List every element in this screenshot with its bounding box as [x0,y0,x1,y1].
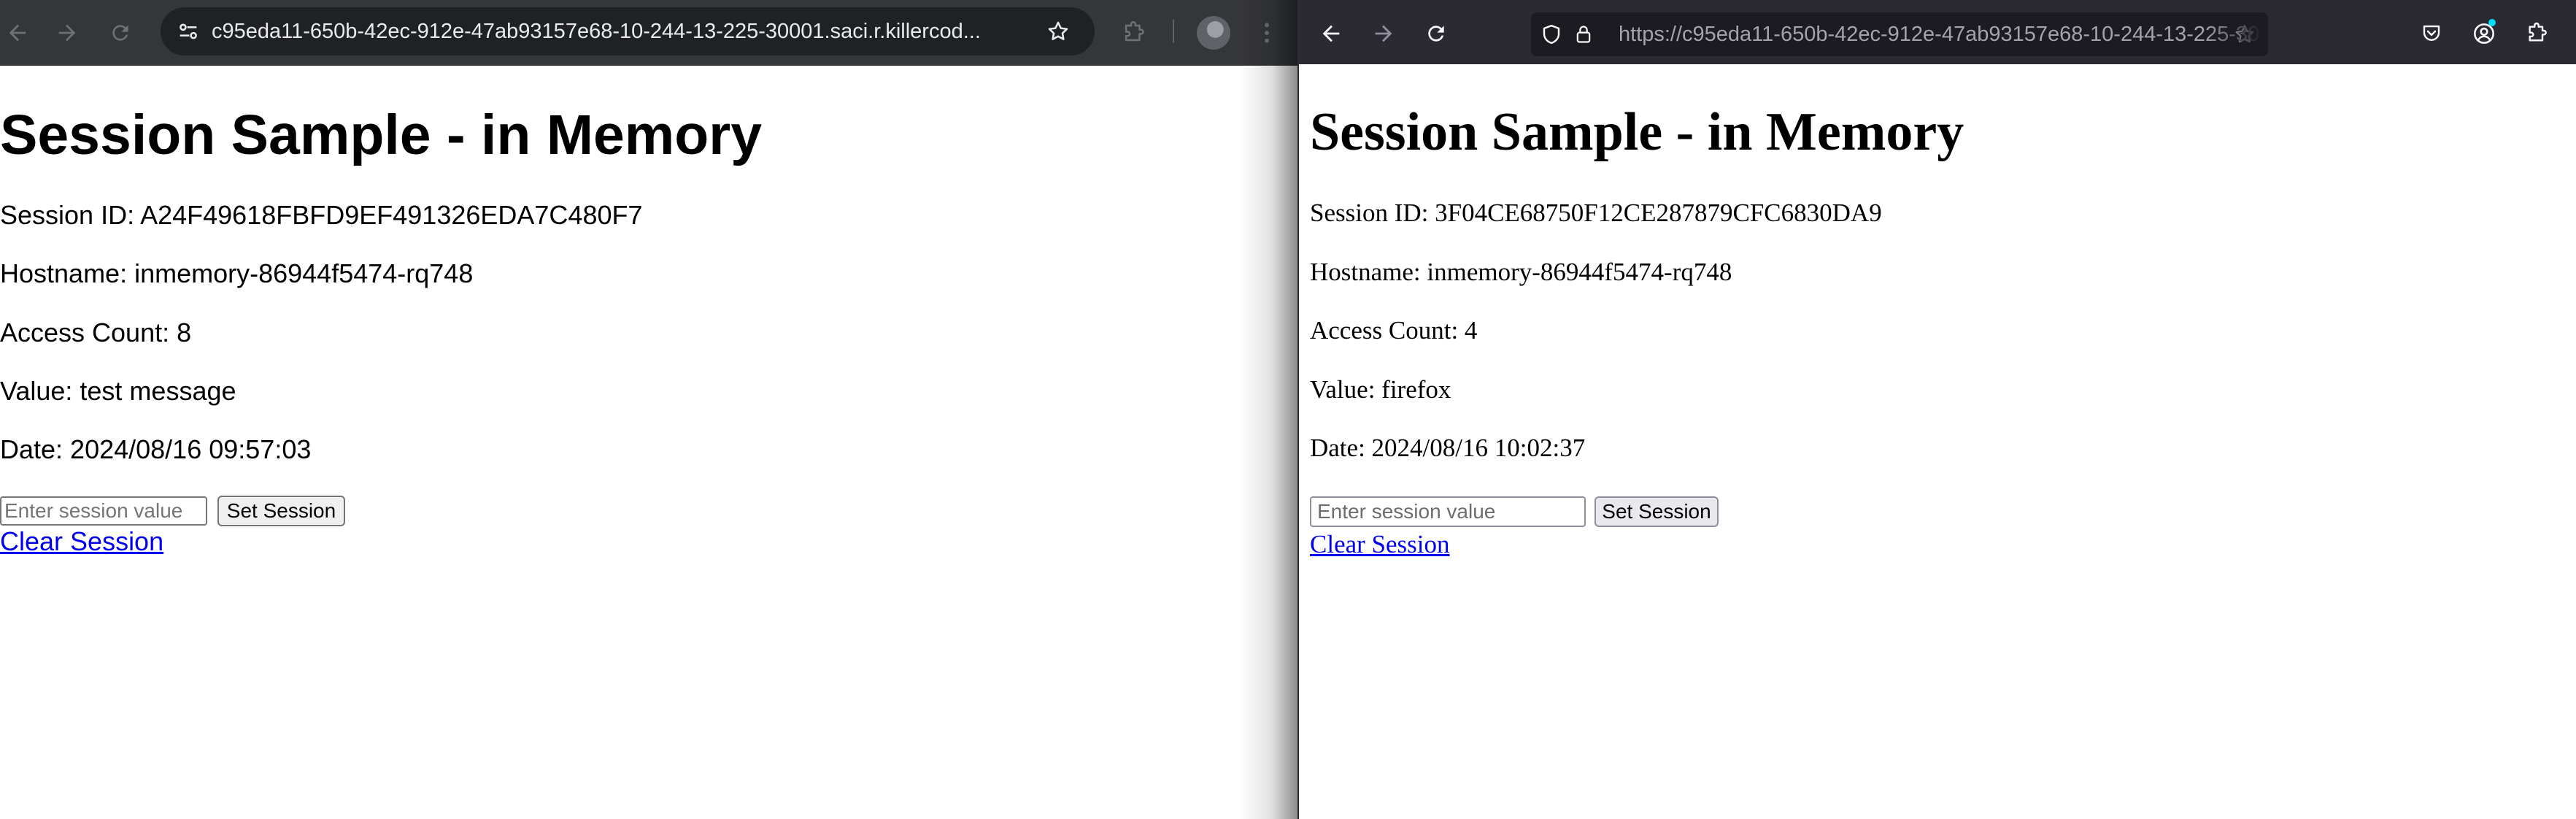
firefox-toolbar: https://c95eda11-650b-42ec-912e-47ab9315… [1299,0,2576,64]
chrome-page-content: Session Sample - in Memory Session ID: A… [0,66,1297,819]
extensions-icon[interactable] [2522,19,2551,48]
firefox-page-content: Session Sample - in Memory Session ID: 3… [1299,64,2576,819]
session-id-text: Session ID: 3F04CE68750F12CE287879CFC683… [1310,199,1882,227]
back-icon[interactable] [1316,19,1346,48]
hostname-text: Hostname: inmemory-86944f5474-rq748 [1310,258,1732,286]
session-id-text: Session ID: A24F49618FBFD9EF491326EDA7C4… [0,200,643,230]
date-text: Date: 2024/08/16 10:02:37 [1310,434,1586,462]
bookmark-star-icon[interactable] [1044,17,1073,46]
page-title: Session Sample - in Memory [1310,102,1964,162]
window-shadow [1241,0,1297,819]
reload-icon[interactable] [106,18,135,47]
session-value-input[interactable] [1310,496,1586,527]
chrome-toolbar: c95eda11-650b-42ec-912e-47ab93157e68-10-… [0,0,1297,66]
set-session-button[interactable]: Set Session [217,496,345,526]
value-text: Value: test message [0,376,236,406]
forward-icon[interactable] [1369,19,1398,48]
pocket-icon[interactable] [2417,19,2446,48]
hostname-text: Hostname: inmemory-86944f5474-rq748 [0,258,474,288]
tracking-shield-icon[interactable] [1537,20,1566,49]
firefox-url-text: https://c95eda11-650b-42ec-912e-47ab9315… [1619,23,2260,46]
screen: c95eda11-650b-42ec-912e-47ab93157e68-10-… [0,0,2576,819]
reload-icon[interactable] [1422,19,1451,48]
value-text: Value: firefox [1310,375,1451,404]
date-text: Date: 2024/08/16 09:57:03 [0,434,312,464]
session-value-input[interactable] [0,496,207,526]
access-count-text: Access Count: 8 [0,318,192,347]
back-icon[interactable] [3,18,32,47]
lock-icon[interactable] [1569,20,1598,49]
clear-session-link[interactable]: Clear Session [0,526,163,558]
site-info-icon[interactable] [174,17,203,46]
set-session-button[interactable]: Set Session [1594,496,1719,527]
firefox-window: https://c95eda11-650b-42ec-912e-47ab9315… [1297,0,2576,819]
chrome-url-text: c95eda11-650b-42ec-912e-47ab93157e68-10-… [212,20,981,43]
access-count-text: Access Count: 4 [1310,316,1478,345]
forward-icon[interactable] [53,18,82,47]
extensions-icon[interactable] [1118,18,1149,48]
account-badge [2488,19,2496,26]
chrome-window: c95eda11-650b-42ec-912e-47ab93157e68-10-… [0,0,1297,819]
clear-session-link[interactable]: Clear Session [1310,528,1450,561]
page-title: Session Sample - in Memory [0,104,763,166]
url-fade [2204,16,2262,53]
profile-icon[interactable] [1197,16,1230,50]
toolbar-divider [1173,20,1174,43]
